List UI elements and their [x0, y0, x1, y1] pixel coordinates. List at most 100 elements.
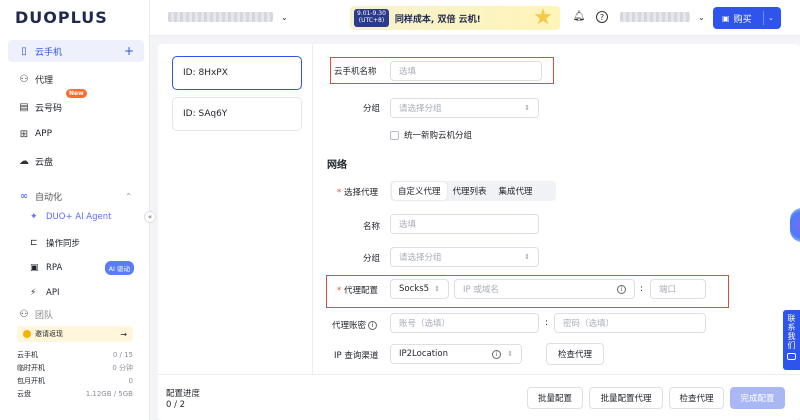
cart-icon: ▣	[722, 13, 730, 23]
proxy-group-label: 分组	[362, 254, 380, 264]
sidebar-item-api[interactable]: ⚡ API	[8, 283, 144, 303]
sidebar-item-ai-agent[interactable]: ✦ DUO+ AI Agent	[8, 207, 144, 227]
sidebar-item-automation[interactable]: ∞ 自动化 ⌃	[8, 185, 144, 207]
ip-input[interactable]: IP 或域名 i	[454, 279, 635, 299]
workspace-switcher[interactable]: ⌄	[168, 12, 288, 22]
separator-colon: :	[640, 284, 644, 294]
updown-icon: ⇕	[507, 350, 513, 358]
app-root: DUOPLUS ▯ 云手机 + ⚇ 代理 ▤ 云号码 New ⊞ APP ☁ 云…	[0, 0, 800, 420]
sidebar-item-label: APP	[35, 129, 53, 139]
proxy-group-select[interactable]: 请选择分组 ⇕	[390, 247, 539, 267]
chevron-down-icon: ⌄	[281, 12, 288, 22]
chevron-up-icon[interactable]: ⌃	[125, 192, 132, 201]
sidebar-item-label: RPA	[46, 263, 63, 273]
proxy-group-placeholder: 请选择分组	[399, 253, 442, 263]
sidebar-item-proxy[interactable]: ⚇ 代理	[8, 68, 144, 90]
name-input[interactable]: 选填	[390, 61, 542, 81]
ip-query-value: IP2Location	[399, 349, 448, 359]
promo-banner[interactable]: 9.01-9.30 (UTC+8) 同样成本, 双倍 云机!	[350, 6, 560, 30]
separator-colon: :	[545, 318, 549, 328]
network-heading: 网络	[327, 160, 347, 171]
proxy-select-label: * 选择代理	[337, 186, 378, 198]
check-proxy-button[interactable]: 检查代理	[546, 343, 604, 365]
stat-label: 云手机	[17, 350, 38, 359]
proxy-name-label: 名称	[362, 222, 380, 232]
coin-icon	[23, 330, 31, 338]
proxy-config-label: * 代理配置	[337, 284, 378, 296]
sidebar-item-label: 操作同步	[46, 239, 81, 249]
progress-value: 0 / 2	[166, 400, 186, 410]
new-badge: New	[66, 89, 87, 98]
promo-date: 9.01-9.30 (UTC+8)	[354, 9, 389, 27]
config-form: 云手机名称 选填 分组 请选择分组 ⇕ 统一新购云机分组 网络 * 选择代理 自…	[313, 44, 800, 374]
tab-proxy-list[interactable]: 代理列表	[447, 182, 493, 200]
buy-button[interactable]: ▣ 购买 ⌄	[713, 7, 781, 29]
sidebar-item-label: API	[46, 288, 60, 298]
ai-assistant-icon[interactable]	[790, 208, 800, 242]
device-card[interactable]: ID: 8HxPX	[172, 56, 302, 90]
sidebar-item-label: DUO+ AI Agent	[46, 212, 112, 222]
device-card[interactable]: ID: SAq6Y	[172, 97, 302, 131]
sidebar-item-rpa[interactable]: ▣ RPA AI 驱动	[8, 258, 144, 278]
ai-driven-tag: AI 驱动	[104, 261, 134, 275]
updown-icon: ⇕	[434, 285, 440, 293]
logo: DUOPLUS	[15, 8, 108, 27]
sidebar-item-label: 团队	[35, 310, 54, 321]
proxy-select-label-text: 选择代理	[343, 188, 378, 198]
stat-label: 包月开机	[17, 376, 45, 385]
sidebar-item-label: 云盘	[35, 157, 54, 168]
bell-icon[interactable]: 🔔︎	[572, 10, 586, 24]
topbar: ⌄ 9.01-9.30 (UTC+8) 同样成本, 双倍 云机! 🔔︎ ? ⌄ …	[150, 0, 800, 36]
group-label: 分组	[362, 104, 380, 114]
info-icon[interactable]: i	[617, 284, 626, 294]
sidebar-item-app[interactable]: ⊞ APP	[8, 123, 144, 145]
infinity-icon: ∞	[19, 190, 29, 202]
stat-row: 云盘 1.12GB / 5GB	[17, 387, 133, 400]
sidebar-item-cloud-phone[interactable]: ▯ 云手机 +	[8, 40, 144, 62]
redacted-workspace-name	[168, 12, 273, 22]
sidebar-item-team[interactable]: ⚇ 团队	[8, 308, 144, 321]
ip-query-select[interactable]: IP2Location i ⇕	[390, 344, 522, 364]
sidebar-item-sync[interactable]: ⊏ 操作同步	[8, 233, 144, 253]
promo-text: 同样成本, 双倍 云机!	[394, 14, 481, 25]
batch-config-button[interactable]: 批量配置	[527, 387, 583, 409]
proxy-protocol-select[interactable]: Socks5 ⇕	[390, 279, 449, 299]
add-icon[interactable]: +	[124, 44, 134, 58]
batch-config-proxy-button[interactable]: 批量配置代理	[589, 387, 663, 409]
help-icon[interactable]: ?	[596, 11, 608, 23]
proxy-account-label: 代理账密 i	[332, 319, 378, 331]
tab-custom-proxy[interactable]: 自定义代理	[392, 182, 447, 200]
check-proxy-footer-button[interactable]: 检查代理	[669, 387, 724, 409]
proxy-username-input[interactable]: 账号（选填）	[390, 313, 539, 333]
progress-label: 配置进度	[166, 389, 201, 399]
stat-label: 临时开机	[17, 363, 45, 372]
sidebar-item-cloud-drive[interactable]: ☁ 云盘	[8, 150, 144, 172]
contact-us-button[interactable]: 联系我们	[783, 310, 800, 370]
checkbox[interactable]	[390, 130, 399, 140]
group-select[interactable]: 请选择分组 ⇕	[390, 98, 539, 118]
info-icon[interactable]: i	[492, 349, 501, 359]
proxy-name-input[interactable]: 选填	[390, 214, 539, 234]
stat-row: 临时开机 0 分钟	[17, 361, 133, 374]
required-mark: *	[337, 188, 342, 198]
updown-icon: ⇕	[524, 104, 530, 112]
stat-value: 0	[128, 376, 133, 385]
invite-cashback-button[interactable]: 邀请返现 →	[17, 326, 133, 342]
network-icon: ⚇	[19, 73, 29, 85]
proxy-password-input[interactable]: 密码（选填）	[554, 313, 706, 333]
collapse-sidebar-button[interactable]: «	[144, 211, 156, 223]
unify-group-checkbox[interactable]: 统一新购云机分组	[390, 129, 472, 141]
required-mark: *	[337, 286, 342, 296]
sidebar-item-cloud-number[interactable]: ▤ 云号码 New	[8, 89, 144, 118]
promo-timezone: (UTC+8)	[358, 17, 385, 24]
info-icon[interactable]: i	[368, 320, 378, 330]
divider	[763, 11, 764, 25]
account-switcher[interactable]: ⌄	[620, 12, 705, 22]
chevron-down-icon[interactable]: ⌄	[768, 14, 774, 22]
main-panel: ID: 8HxPX ID: SAq6Y 云手机名称 选填 分组 请选择分组 ⇕ …	[158, 44, 800, 420]
sidebar-item-label: 云号码	[35, 103, 63, 114]
finish-config-button[interactable]: 完成配置	[730, 387, 785, 409]
tab-integrated-proxy[interactable]: 集成代理	[493, 182, 539, 200]
port-input[interactable]: 端口	[650, 279, 706, 299]
contact-label: 联系我们	[787, 314, 796, 350]
